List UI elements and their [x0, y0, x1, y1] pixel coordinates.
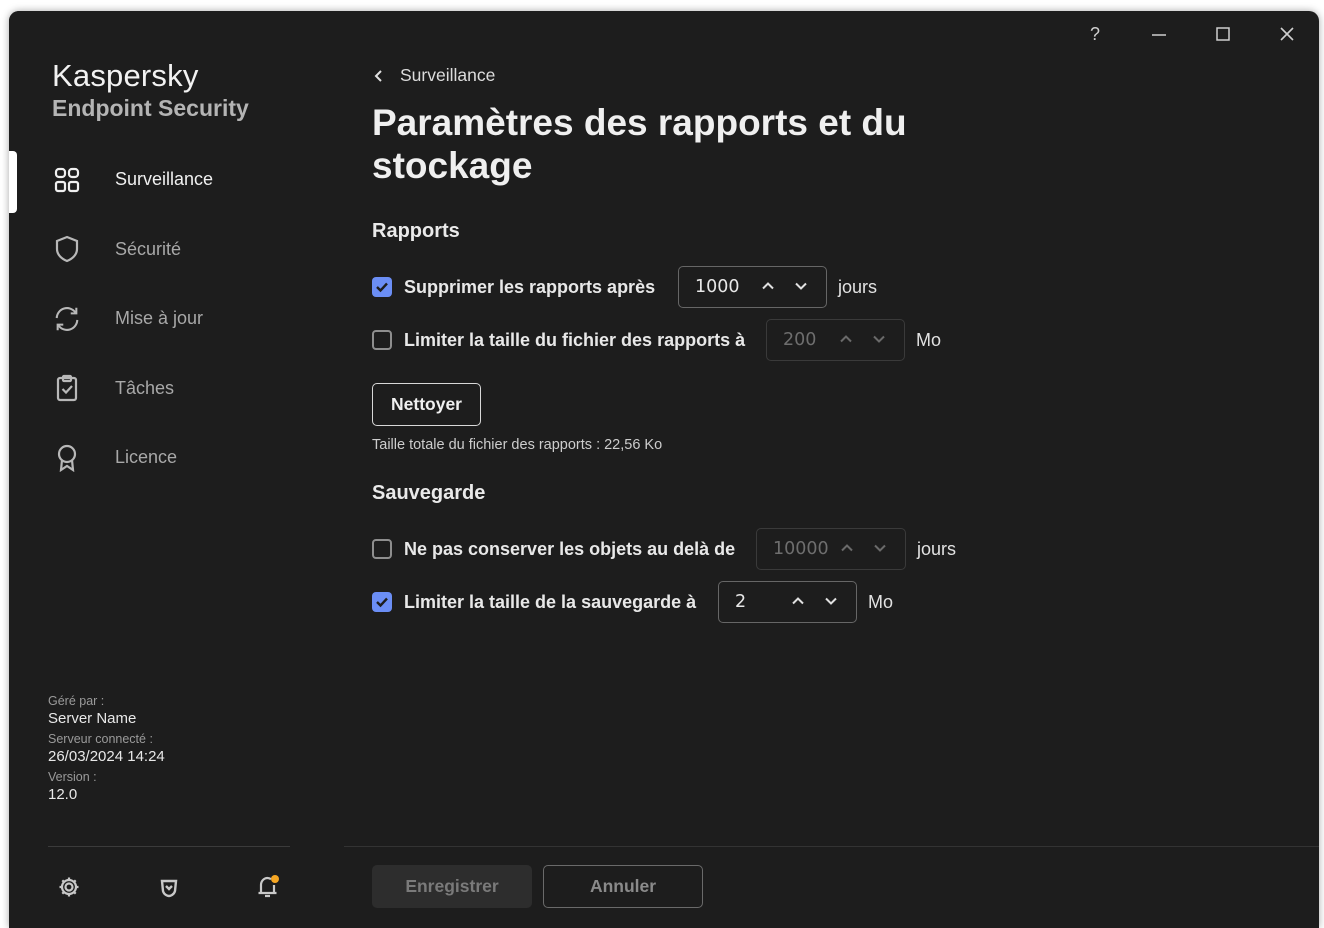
managed-by-label: Géré par :	[48, 694, 105, 708]
app-window: ? Kaspersky Endpoint Security Surveillan…	[9, 11, 1319, 928]
increment-button[interactable]	[836, 537, 858, 559]
notifications-button[interactable]	[254, 873, 282, 901]
server-connected-label: Serveur connecté :	[48, 732, 153, 746]
sidebar-nav: Surveillance Sécurité Mise à jour Tâches…	[9, 145, 314, 493]
increment-button[interactable]	[835, 328, 857, 350]
total-report-size: Taille totale du fichier des rapports : …	[372, 437, 663, 453]
connection-info: Géré par : Server Name Serveur connecté …	[48, 690, 165, 804]
backup-section-title: Sauvegarde	[372, 482, 486, 504]
reports-section-title: Rapports	[372, 220, 460, 242]
settings-icon	[59, 877, 79, 897]
stepper-value: 10000	[773, 539, 829, 559]
sidebar: Kaspersky Endpoint Security Surveillance	[9, 11, 314, 928]
brand-name: Kaspersky	[52, 58, 199, 93]
no-keep-days-stepper[interactable]: 10000	[756, 528, 906, 570]
page-title: Paramètres des rapports et du stockage	[372, 102, 907, 186]
delete-reports-row: Supprimer les rapports après	[372, 266, 655, 308]
sidebar-item-label: Licence	[115, 447, 178, 468]
backup-size-stepper[interactable]: 2	[718, 581, 857, 623]
back-link-label: Surveillance	[400, 65, 496, 85]
limit-report-size-row: Limiter la taille du fichier des rapport…	[372, 319, 745, 361]
sidebar-item-label: Sécurité	[115, 238, 182, 259]
delete-reports-checkbox[interactable]	[372, 277, 392, 297]
checkmark-icon	[376, 597, 388, 608]
chevron-down-icon	[874, 544, 886, 552]
brand-product: Endpoint Security	[52, 95, 249, 121]
sidebar-item-label: Mise à jour	[115, 308, 204, 329]
chevron-down-icon	[873, 335, 885, 343]
decrement-button[interactable]	[869, 537, 891, 559]
chevron-up-icon	[792, 597, 804, 605]
increment-button[interactable]	[787, 590, 809, 612]
shield-icon	[53, 235, 81, 263]
notifications-icon	[258, 875, 279, 898]
no-keep-objects-label: Ne pas conserver les objets au delà de	[404, 538, 736, 559]
stepper-value: 2	[735, 592, 747, 612]
main-content: Surveillance Paramètres des rapports et …	[372, 11, 1312, 928]
limit-backup-size-label: Limiter la taille de la sauvegarde à	[404, 591, 697, 612]
chevron-up-icon	[841, 544, 853, 552]
clean-button[interactable]: Nettoyer	[372, 383, 481, 426]
sidebar-item-surveillance[interactable]: Surveillance	[9, 145, 314, 215]
delete-reports-label: Supprimer les rapports après	[404, 276, 656, 297]
footer-divider	[344, 846, 1319, 847]
chevron-left-icon	[374, 69, 382, 82]
days-unit: jours	[917, 539, 957, 559]
days-unit: jours	[838, 277, 878, 297]
limit-backup-size-row: Limiter la taille de la sauvegarde à	[372, 581, 696, 623]
report-size-stepper[interactable]: 200	[766, 319, 905, 361]
brand: Kaspersky Endpoint Security	[52, 59, 249, 123]
refresh-icon	[53, 305, 81, 333]
version-value: 12.0	[48, 786, 78, 803]
sidebar-item-licence[interactable]: Licence	[9, 423, 314, 493]
clipboard-check-icon	[53, 374, 81, 402]
stepper-value: 1000	[695, 277, 740, 297]
increment-button[interactable]	[757, 275, 779, 297]
back-link[interactable]: Surveillance	[372, 65, 495, 86]
managed-by-value: Server Name	[48, 710, 137, 727]
stepper-value: 200	[783, 330, 817, 350]
sidebar-item-securite[interactable]: Sécurité	[9, 215, 314, 285]
save-button[interactable]: Enregistrer	[372, 865, 532, 908]
decrement-button[interactable]	[790, 275, 812, 297]
dashboard-icon	[53, 166, 81, 194]
sidebar-item-taches[interactable]: Tâches	[9, 354, 314, 424]
chevron-up-icon	[762, 282, 774, 290]
checkmark-icon	[376, 282, 388, 293]
delete-reports-days-stepper[interactable]: 1000	[678, 266, 827, 308]
chevron-down-icon	[825, 597, 837, 605]
support-button[interactable]	[155, 873, 183, 901]
decrement-button[interactable]	[820, 590, 842, 612]
sidebar-item-label: Surveillance	[115, 169, 214, 190]
cancel-button[interactable]: Annuler	[543, 865, 703, 908]
limit-report-size-checkbox[interactable]	[372, 330, 392, 350]
sidebar-item-label: Tâches	[115, 377, 175, 398]
license-award-icon	[53, 444, 81, 472]
chevron-up-icon	[840, 335, 852, 343]
megabyte-unit: Mo	[916, 330, 942, 350]
server-connected-value: 26/03/2024 14:24	[48, 748, 165, 765]
version-label: Version :	[48, 770, 97, 784]
limit-backup-size-checkbox[interactable]	[372, 592, 392, 612]
settings-button[interactable]	[55, 873, 83, 901]
no-keep-objects-checkbox[interactable]	[372, 539, 392, 559]
support-icon	[160, 879, 178, 898]
chevron-down-icon	[795, 282, 807, 290]
sidebar-item-mise-a-jour[interactable]: Mise à jour	[9, 284, 314, 354]
no-keep-objects-row: Ne pas conserver les objets au delà de	[372, 528, 735, 570]
sidebar-divider	[48, 846, 290, 847]
decrement-button[interactable]	[868, 328, 890, 350]
limit-report-size-label: Limiter la taille du fichier des rapport…	[404, 329, 746, 350]
megabyte-unit: Mo	[868, 592, 894, 612]
